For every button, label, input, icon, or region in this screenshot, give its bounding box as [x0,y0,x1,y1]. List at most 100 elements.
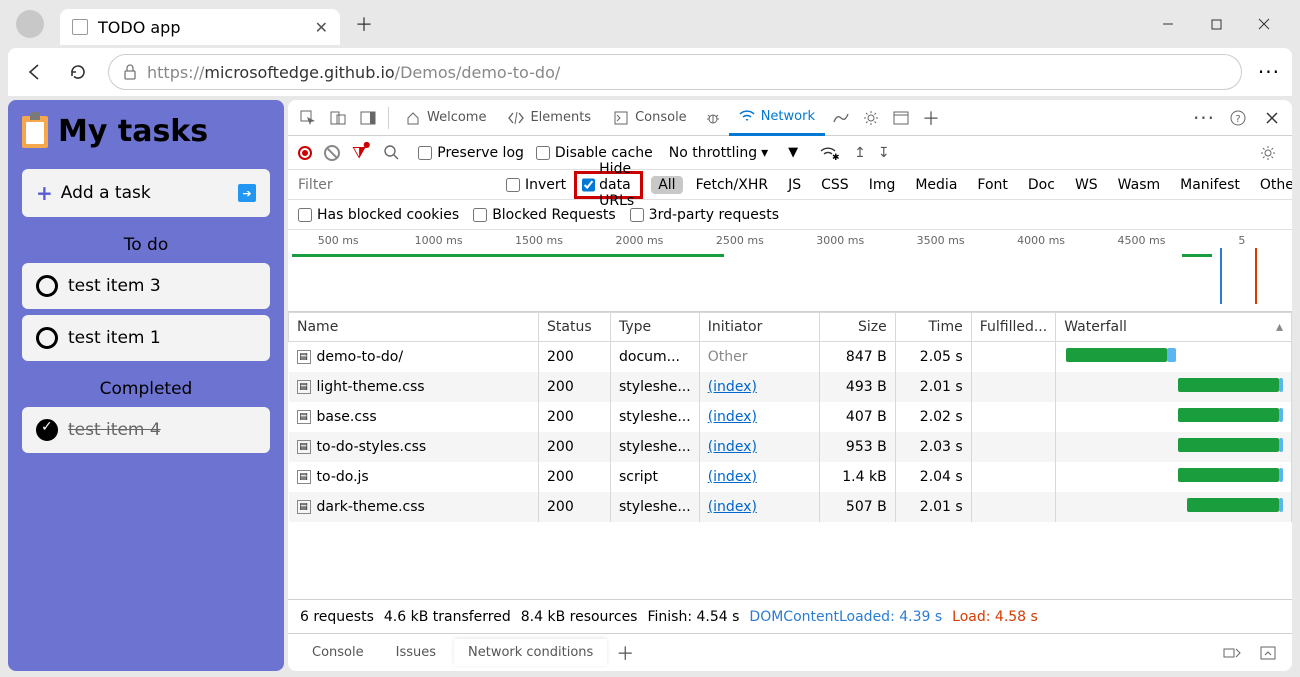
blocked-requests-checkbox[interactable]: Blocked Requests [473,207,615,223]
drawer-tab-issues[interactable]: Issues [382,639,450,666]
filter-icon[interactable]: ⧩ [352,143,366,163]
filter-type-manifest[interactable]: Manifest [1173,176,1247,194]
filter-type-other[interactable]: Other [1253,176,1292,194]
add-task-button[interactable]: + Add a task ➔ [22,169,270,217]
maximize-button[interactable] [1200,8,1232,40]
preserve-log-checkbox[interactable]: Preserve log [418,145,524,161]
table-row[interactable]: ▤light-theme.css 200 styleshe... (index)… [289,372,1292,402]
col-size[interactable]: Size [819,313,895,342]
new-tab-button[interactable]: ＋ [348,8,380,40]
invert-checkbox[interactable]: Invert [506,177,566,193]
filter-type-css[interactable]: CSS [814,176,856,194]
extra-filters: Has blocked cookies Blocked Requests 3rd… [288,200,1292,230]
task-checkbox-icon[interactable] [36,419,58,441]
initiator-link[interactable]: (index) [708,469,757,485]
tab-welcome[interactable]: Welcome [395,100,496,136]
back-button[interactable] [20,58,48,86]
caret-down-icon[interactable]: ▼ [784,145,802,160]
filter-type-doc[interactable]: Doc [1021,176,1062,194]
drawer-tab-console[interactable]: Console [298,639,378,666]
wifi-settings-icon[interactable]: ✱ [814,139,842,167]
waterfall-bar [1064,466,1283,488]
table-row[interactable]: ▤dark-theme.css 200 styleshe... (index) … [289,492,1292,522]
initiator-link[interactable]: (index) [708,439,757,455]
close-devtools-icon[interactable] [1258,104,1286,132]
table-row[interactable]: ▤to-do.js 200 script (index) 1.4 kB 2.04… [289,462,1292,492]
table-row[interactable]: ▤to-do-styles.css 200 styleshe... (index… [289,432,1292,462]
disable-cache-checkbox[interactable]: Disable cache [536,145,653,161]
minimize-button[interactable] [1152,8,1184,40]
clear-icon[interactable] [324,145,340,161]
tab-console[interactable]: Console [603,100,697,136]
dock-side-icon[interactable] [354,104,382,132]
filter-type-all[interactable]: All [651,176,682,194]
drawer-expand-icon[interactable] [1254,639,1282,667]
task-item[interactable]: test item 3 [22,263,270,309]
timeline-tick: 1000 ms [388,234,488,247]
search-icon[interactable] [378,139,406,167]
bug-icon[interactable] [699,104,727,132]
task-item[interactable]: test item 1 [22,315,270,361]
download-icon[interactable]: ↧ [878,145,890,161]
drawer-add-icon[interactable]: ＋ [611,639,639,667]
blocked-cookies-checkbox[interactable]: Has blocked cookies [298,207,459,223]
settings-gear-icon[interactable] [857,104,885,132]
requests-table[interactable]: Name Status Type Initiator Size Time Ful… [288,312,1292,599]
col-time[interactable]: Time [895,313,971,342]
refresh-button[interactable] [64,58,92,86]
drawer-tab-network-conditions[interactable]: Network conditions [454,639,607,666]
initiator-link[interactable]: (index) [708,379,757,395]
throttling-select[interactable]: No throttling ▾ [665,143,772,163]
col-name[interactable]: Name [289,313,539,342]
close-window-button[interactable] [1248,8,1280,40]
network-toolbar: ⧩ Preserve log Disable cache No throttli… [288,136,1292,170]
record-icon[interactable] [298,146,312,160]
inspect-element-icon[interactable] [294,104,322,132]
filter-type-ws[interactable]: WS [1068,176,1105,194]
filter-input[interactable] [298,177,498,193]
col-waterfall[interactable]: Waterfall ▴ [1056,313,1292,342]
initiator-link[interactable]: (index) [708,499,757,515]
filter-type-fetchxhr[interactable]: Fetch/XHR [689,176,776,194]
table-row[interactable]: ▤demo-to-do/ 200 docum... Other 847 B 2.… [289,342,1292,373]
code-icon [508,110,524,126]
task-checkbox-icon[interactable] [36,327,58,349]
filter-type-font[interactable]: Font [970,176,1014,194]
initiator-link[interactable]: (index) [708,409,757,425]
timeline-overview[interactable]: 500 ms1000 ms1500 ms2000 ms2500 ms3000 m… [288,230,1292,312]
filter-type-media[interactable]: Media [908,176,964,194]
waterfall-bar [1064,496,1283,518]
hide-data-urls-checkbox[interactable]: Hide data URLs [574,171,643,199]
filter-type-img[interactable]: Img [862,176,903,194]
task-item[interactable]: test item 4 [22,407,270,453]
tab-elements[interactable]: Elements [498,100,601,136]
upload-icon[interactable]: ↥ [854,145,866,161]
drawer-toggle-icon[interactable] [1218,639,1246,667]
tab-close-icon[interactable]: ✕ [315,18,328,37]
col-type[interactable]: Type [611,313,700,342]
add-tab-icon[interactable]: ＋ [917,104,945,132]
address-bar[interactable]: https://microsoftedge.github.io/Demos/de… [108,54,1242,90]
third-party-checkbox[interactable]: 3rd-party requests [630,207,779,223]
col-fulfilled[interactable]: Fulfilled... [971,313,1056,342]
filter-type-wasm[interactable]: Wasm [1111,176,1167,194]
table-row[interactable]: ▤base.css 200 styleshe... (index) 407 B … [289,402,1292,432]
summary-requests: 6 requests [300,609,374,625]
network-settings-icon[interactable] [1254,139,1282,167]
performance-icon[interactable] [827,104,855,132]
device-toolbar-icon[interactable] [324,104,352,132]
profile-avatar[interactable] [16,10,44,38]
col-status[interactable]: Status [539,313,611,342]
tab-network[interactable]: Network [729,100,825,136]
task-checkbox-icon[interactable] [36,275,58,297]
timeline-tick: 3500 ms [890,234,990,247]
browser-more-button[interactable]: ··· [1258,60,1280,84]
filter-type-js[interactable]: JS [781,176,808,194]
plus-icon: + [36,181,53,205]
devtools-more-icon[interactable]: ··· [1190,104,1218,132]
panel-icon[interactable] [887,104,915,132]
summary-transferred: 4.6 kB transferred [384,609,511,625]
col-initiator[interactable]: Initiator [699,313,819,342]
help-icon[interactable]: ? [1224,104,1252,132]
browser-tab[interactable]: TODO app ✕ [60,9,340,45]
